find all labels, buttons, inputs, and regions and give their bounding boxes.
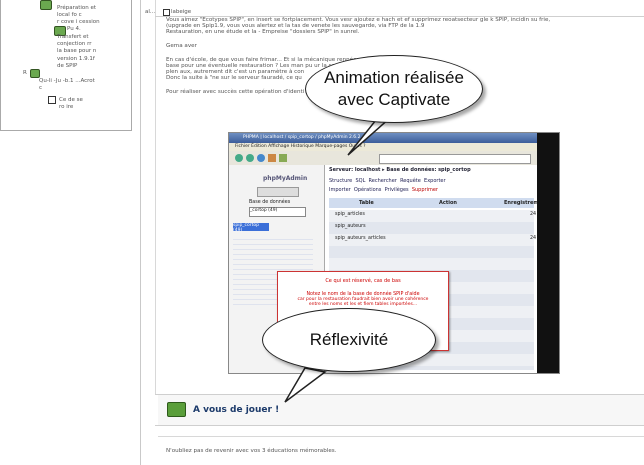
reflexivite-tail [284,367,327,403]
callout-captivate: Animation réalisée avec Captivate [305,55,483,123]
callout-line: Animation réalisée [324,68,464,87]
callout-reflexivite: Réflexivité [262,308,436,372]
callout-line: avec Captivate [337,90,451,109]
callout-text: Réflexivité [309,330,389,349]
